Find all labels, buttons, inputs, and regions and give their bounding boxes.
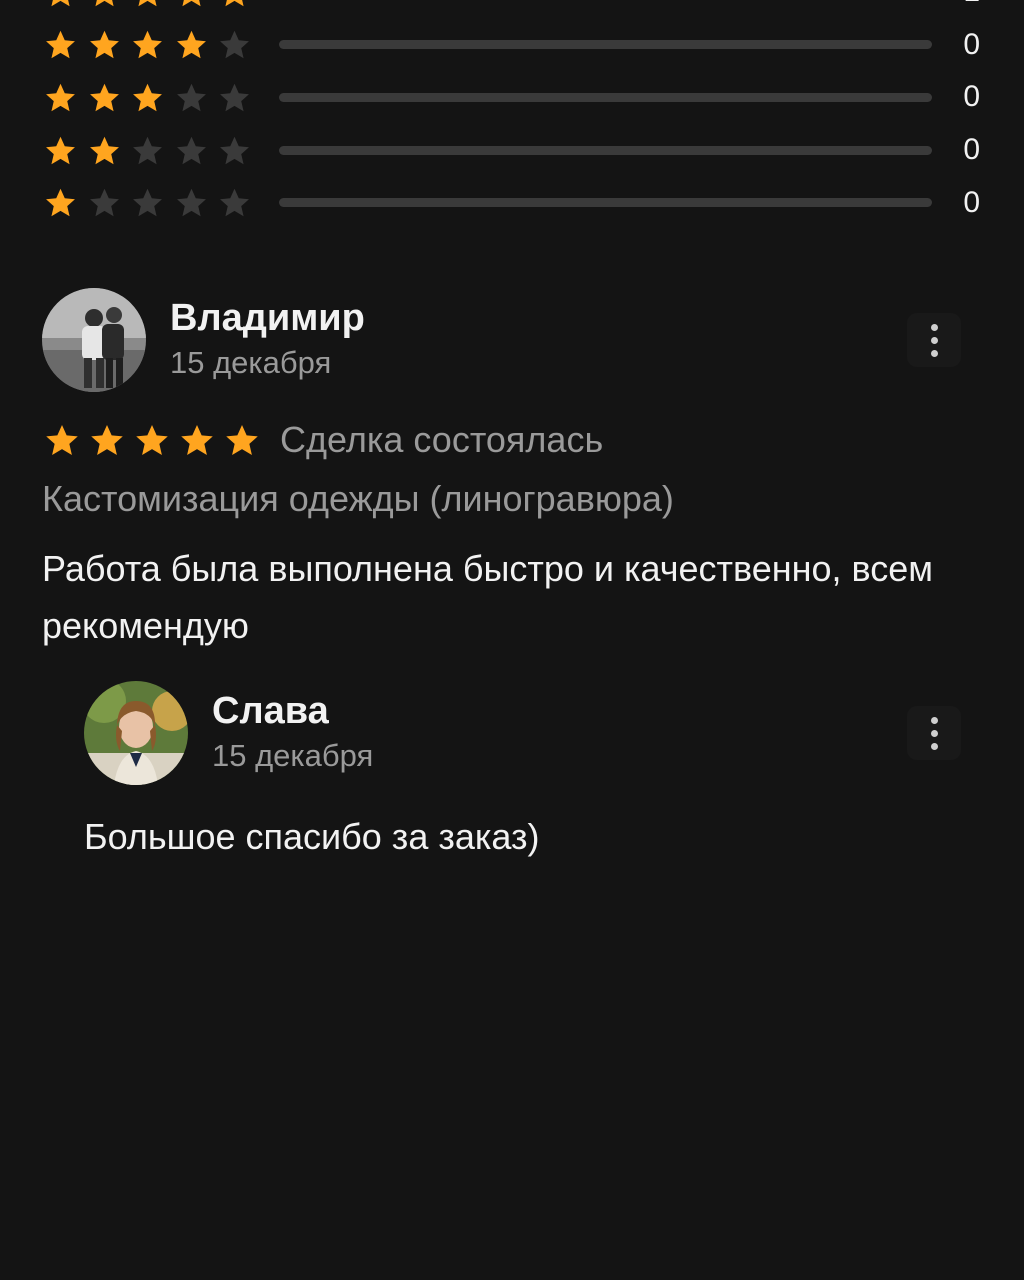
star-filled-icon (89, 31, 119, 59)
avatar[interactable] (42, 288, 146, 392)
review-text: Работа была выполнена быстро и качествен… (42, 548, 934, 646)
star-empty-icon (220, 83, 249, 112)
star-filled-icon (46, 188, 75, 217)
star-filled-icon (91, 425, 123, 455)
reply-avatar[interactable] (84, 681, 188, 785)
rating-bar (279, 145, 932, 155)
rating-count: 0 (963, 185, 980, 219)
star-empty-icon (176, 188, 206, 217)
rating-row-2: 0 (44, 124, 984, 177)
rating-row-3: 0 (44, 71, 984, 124)
rating-count: 1 (963, 0, 980, 9)
review-rating-line: Сделка состоялась (44, 419, 603, 461)
review-rating-stars (44, 422, 260, 458)
more-vertical-icon (930, 323, 938, 357)
star-filled-icon (176, 31, 206, 59)
star-filled-icon (136, 425, 168, 455)
star-filled-icon (181, 425, 213, 455)
rating-bar (279, 40, 932, 50)
star-empty-icon (89, 188, 119, 217)
rating-bar (279, 92, 932, 102)
star-filled-icon (89, 136, 119, 164)
star-filled-icon (133, 83, 162, 112)
rating-row-4: 0 (44, 19, 984, 72)
star-empty-icon (220, 31, 249, 59)
rating-row-5: 1 (44, 0, 984, 19)
star-filled-icon (46, 425, 78, 455)
star-filled-icon (46, 83, 75, 112)
review-more-button[interactable] (907, 313, 961, 367)
rating-bar (279, 198, 932, 208)
star-empty-icon (220, 188, 249, 217)
reviews-page: 1 0 0 0 0 (0, 0, 1024, 1280)
review-author-name[interactable]: Владимир (170, 296, 365, 340)
star-empty-icon (220, 136, 249, 164)
star-filled-icon (94, 0, 114, 7)
rating-stars (44, 28, 264, 61)
rating-stars (44, 134, 264, 167)
star-filled-icon (89, 83, 119, 112)
rating-stars (44, 186, 264, 219)
rating-stars (44, 0, 264, 9)
deal-status: Сделка состоялась (280, 419, 604, 460)
star-filled-icon (133, 31, 162, 59)
reply-header: Слава 15 декабря (84, 681, 373, 785)
star-filled-icon (226, 425, 258, 455)
rating-breakdown: 1 0 0 0 0 (44, 0, 984, 229)
star-empty-icon (176, 83, 206, 112)
star-empty-icon (133, 188, 162, 217)
reply-more-button[interactable] (907, 706, 961, 760)
star-filled-icon (51, 0, 70, 7)
more-vertical-icon (930, 716, 938, 750)
star-filled-icon (138, 0, 157, 7)
rating-row-1: 0 (44, 176, 984, 229)
reply-date: 15 декабря (212, 738, 374, 773)
reply-text: Большое спасибо за заказ) (84, 816, 540, 857)
star-filled-icon (46, 136, 75, 164)
rating-stars (44, 81, 264, 114)
star-filled-icon (46, 31, 75, 59)
star-filled-icon (181, 0, 201, 7)
review-author-block: Владимир 15 декабря (170, 296, 365, 382)
reply-author-name[interactable]: Слава (212, 689, 373, 733)
review-header: Владимир 15 декабря (42, 288, 365, 392)
star-filled-icon (225, 0, 244, 7)
review-date: 15 декабря (170, 345, 332, 380)
rating-count: 0 (963, 80, 980, 114)
rating-count: 0 (963, 133, 980, 167)
star-empty-icon (133, 136, 162, 164)
rating-count: 0 (963, 27, 980, 61)
review-service-name: Кастомизация одежды (линогравюра) (42, 478, 674, 519)
star-empty-icon (176, 136, 206, 164)
reply-author-block: Слава 15 декабря (212, 689, 373, 775)
